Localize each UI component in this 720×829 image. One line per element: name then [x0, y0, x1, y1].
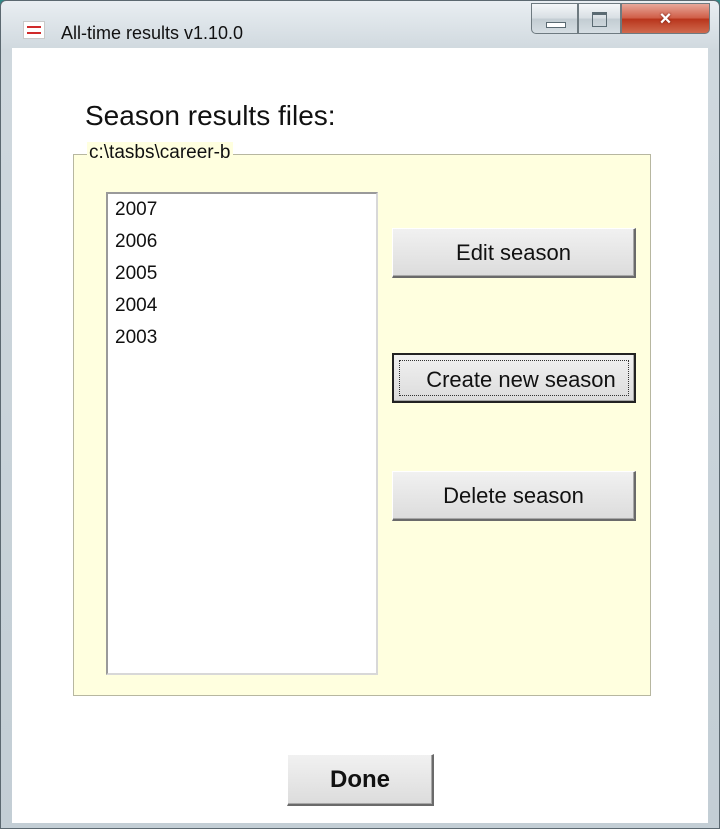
window-controls: ×: [531, 3, 710, 34]
app-window: All-time results v1.10.0 × Season result…: [0, 0, 720, 829]
edit-season-button[interactable]: Edit season: [392, 228, 636, 278]
list-item[interactable]: 2005: [108, 258, 376, 290]
list-item[interactable]: 2006: [108, 226, 376, 258]
title-bar[interactable]: All-time results v1.10.0 ×: [1, 1, 719, 43]
app-icon[interactable]: [23, 21, 45, 39]
minimize-icon: [532, 4, 577, 33]
done-label: Done: [330, 765, 390, 793]
create-new-season-button[interactable]: Create new season: [392, 353, 636, 403]
create-new-season-label: Create new season: [426, 367, 616, 392]
list-item[interactable]: 2004: [108, 290, 376, 322]
maximize-icon: [579, 4, 620, 33]
edit-season-label: Edit season: [456, 239, 571, 265]
delete-season-label: Delete season: [443, 482, 584, 508]
delete-season-button[interactable]: Delete season: [392, 471, 636, 521]
folder-path-label: c:\tasbs\career-b: [87, 142, 233, 164]
season-listbox[interactable]: 2007 2006 2005 2004 2003: [106, 192, 378, 675]
list-item[interactable]: 2007: [108, 194, 376, 226]
close-button[interactable]: ×: [621, 3, 710, 34]
done-button[interactable]: Done: [287, 754, 434, 806]
dialog-client-area: Season results files: c:\tasbs\career-b …: [12, 48, 708, 823]
list-item[interactable]: 2003: [108, 322, 376, 354]
page-title: Season results files:: [85, 100, 336, 131]
window-title: All-time results v1.10.0: [61, 23, 244, 43]
close-icon: ×: [659, 8, 672, 30]
minimize-button[interactable]: [531, 3, 578, 34]
maximize-button[interactable]: [578, 3, 621, 34]
